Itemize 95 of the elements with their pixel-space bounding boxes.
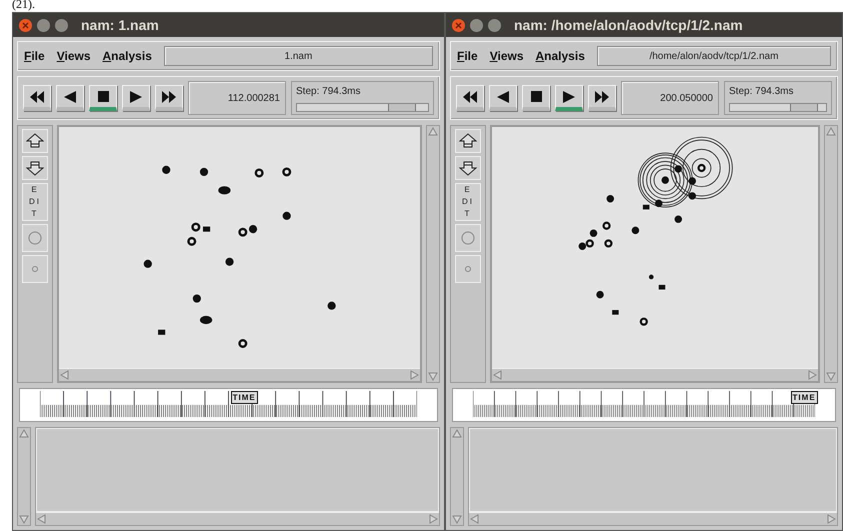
maximize-button[interactable] (488, 18, 501, 32)
rewind-button[interactable] (23, 85, 51, 111)
close-button[interactable] (452, 18, 465, 32)
circle-icon (28, 231, 42, 245)
circle-icon (32, 266, 38, 272)
fast-forward-button[interactable] (588, 85, 616, 111)
rewind-icon (463, 90, 477, 102)
large-node-button[interactable] (22, 224, 48, 252)
close-icon (22, 22, 29, 28)
slider-thumb[interactable] (388, 104, 416, 111)
vertical-scrollbar[interactable] (450, 427, 464, 526)
play-button[interactable] (555, 85, 583, 111)
menu-item[interactable]: Analysis (536, 47, 585, 65)
vertical-scrollbar[interactable] (17, 427, 31, 526)
small-node-button[interactable] (455, 255, 481, 283)
play-icon (563, 90, 575, 102)
right-arrow-icon[interactable] (827, 514, 836, 524)
time-display: 112.000281 (188, 81, 286, 115)
horizontal-scrollbar[interactable] (59, 368, 420, 381)
left-arrow-icon[interactable] (37, 514, 46, 524)
timeline-slider[interactable]: TIME (19, 388, 438, 422)
time-marker[interactable]: TIME (790, 391, 818, 404)
close-icon (455, 22, 462, 28)
large-node-button[interactable] (455, 224, 481, 252)
circle-icon (461, 231, 475, 245)
down-arrow-icon[interactable] (19, 515, 29, 524)
fast-forward-icon (595, 90, 609, 102)
minimize-button[interactable] (470, 18, 483, 32)
time-marker[interactable]: TIME (230, 391, 258, 404)
down-arrow-icon[interactable] (826, 372, 836, 381)
step-back-button[interactable] (56, 85, 84, 111)
up-arrow-icon (459, 133, 477, 149)
zoom-out-button[interactable] (455, 156, 481, 180)
menu-item[interactable]: File (457, 47, 478, 65)
fast-forward-icon (162, 90, 176, 102)
down-arrow-icon (459, 160, 477, 176)
maximize-button[interactable] (55, 18, 68, 32)
horizontal-scrollbar[interactable] (469, 512, 837, 525)
up-arrow-icon[interactable] (452, 429, 462, 438)
edit-button[interactable]: EDIT (455, 183, 481, 221)
left-arrow-icon[interactable] (493, 370, 502, 380)
right-arrow-icon[interactable] (808, 370, 817, 380)
menu-item[interactable]: Analysis (102, 47, 152, 65)
down-arrow-icon[interactable] (428, 372, 438, 381)
file-name-field: 1.nam (164, 46, 433, 66)
text-area[interactable] (469, 428, 837, 512)
rewind-button[interactable] (456, 85, 484, 111)
timeline-slider[interactable]: TIME (452, 388, 836, 422)
zoom-out-button[interactable] (22, 156, 48, 180)
step-label: Step: 794.3ms (296, 85, 362, 99)
file-name-field: /home/alon/aodv/tcp/1/2.nam (596, 46, 831, 66)
right-arrow-icon[interactable] (429, 514, 438, 524)
vertical-scrollbar[interactable] (824, 125, 838, 383)
vertical-scrollbar[interactable] (426, 125, 440, 383)
zoom-in-button[interactable] (22, 129, 48, 153)
play-icon (130, 90, 142, 102)
zoom-in-button[interactable] (455, 129, 481, 153)
play-button[interactable] (122, 85, 150, 111)
close-button[interactable] (19, 18, 32, 32)
fast-forward-button[interactable] (155, 85, 183, 111)
slider-thumb[interactable] (790, 104, 818, 111)
stop-button[interactable] (522, 85, 550, 111)
left-arrow-icon[interactable] (60, 370, 69, 380)
right-arrow-icon[interactable] (410, 370, 419, 380)
stop-icon (98, 91, 108, 102)
rewind-icon (30, 90, 44, 102)
menu-item[interactable]: Views (490, 47, 524, 65)
horizontal-scrollbar[interactable] (36, 512, 439, 525)
up-arrow-icon[interactable] (826, 127, 836, 136)
up-arrow-icon (26, 133, 44, 149)
text-area[interactable] (36, 428, 439, 512)
step-back-icon (497, 90, 509, 102)
small-node-button[interactable] (22, 255, 48, 283)
circle-icon (465, 266, 471, 272)
step-label: Step: 794.3ms (729, 85, 794, 99)
up-arrow-icon[interactable] (428, 127, 438, 136)
step-slider[interactable] (729, 103, 827, 112)
menu-item[interactable]: File (24, 47, 45, 65)
horizontal-scrollbar[interactable] (492, 368, 818, 381)
down-arrow-icon (26, 160, 44, 176)
window-title: nam: /home/alon/aodv/tcp/1/2.nam (514, 16, 743, 35)
step-back-button[interactable] (489, 85, 517, 111)
step-slider[interactable] (296, 103, 429, 112)
step-back-icon (64, 90, 76, 102)
stop-icon (530, 91, 542, 102)
time-display: 200.050000 (621, 81, 719, 115)
up-arrow-icon[interactable] (19, 429, 29, 438)
left-arrow-icon[interactable] (470, 514, 479, 524)
caption-fragment: (21). (12, 0, 35, 10)
window-title: nam: 1.nam (81, 16, 159, 34)
stop-button[interactable] (89, 85, 117, 111)
minimize-button[interactable] (37, 18, 50, 32)
edit-button[interactable]: EDIT (22, 183, 48, 221)
down-arrow-icon[interactable] (452, 515, 462, 524)
menu-item[interactable]: Views (56, 47, 90, 65)
